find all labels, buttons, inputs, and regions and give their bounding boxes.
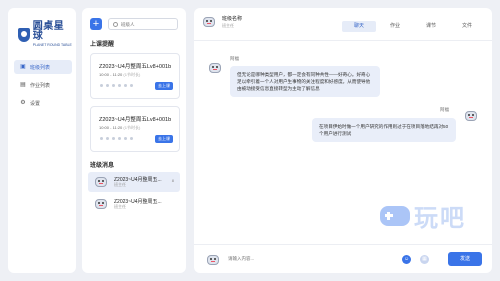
messages-section-title: 班级消息	[90, 163, 115, 169]
nav-item-settings[interactable]: ⚙ 设置	[14, 96, 72, 110]
header-divider	[194, 40, 492, 41]
tab-chat[interactable]: 聊天	[342, 21, 376, 32]
attach-icon[interactable]: ▦	[420, 255, 429, 264]
brand-name: 圆桌星球	[32, 21, 65, 43]
tab-homework[interactable]: 作业	[378, 21, 412, 32]
avatar	[105, 83, 110, 88]
nav-item-label: 作业列表	[30, 82, 51, 89]
avatar	[111, 83, 116, 88]
avatar	[99, 83, 104, 88]
message-sender: 阿福	[230, 56, 239, 61]
avatar	[117, 83, 122, 88]
users-icon: ▣	[20, 64, 26, 70]
class-panel: + 上课提醒 Z2023~U4月整周五Lv8+001b 10:00 - 11:2…	[82, 8, 186, 273]
search-icon	[113, 21, 118, 27]
shield-logo-icon	[18, 28, 30, 42]
watermark: 玩吧	[380, 198, 466, 233]
class-message-item[interactable]: Z2023~U4月整周五... 班主任	[88, 194, 180, 214]
clipboard-icon: ▤	[20, 82, 26, 88]
student-avatars	[99, 136, 134, 141]
robot-avatar-icon	[202, 16, 216, 28]
sender-avatar-icon	[208, 62, 222, 74]
input-divider	[194, 244, 492, 245]
emoji-icon[interactable]: ☺	[402, 255, 411, 264]
robot-avatar-icon	[94, 198, 108, 210]
message-sender: 阿福	[440, 107, 449, 112]
avatar	[105, 136, 110, 141]
brand-logo: 圆桌星球 PLANET ROUND TABLE	[18, 21, 74, 48]
brand-tagline: PLANET ROUND TABLE	[32, 43, 72, 48]
avatar	[123, 136, 128, 141]
self-avatar-icon	[206, 254, 220, 266]
avatar	[123, 83, 128, 88]
nav-item-class-list[interactable]: ▣ 班级列表	[14, 60, 72, 74]
tab-lessons[interactable]: 课节	[414, 21, 448, 32]
chat-tabs: 聊天 作业 课节 文件	[342, 21, 484, 32]
message-input[interactable]	[228, 256, 388, 261]
avatar	[111, 136, 116, 141]
card-time: 10:00 - 11:20 (1节时长)	[99, 72, 141, 77]
card-title: Z2023~U4月整周五Lv8+001b	[99, 64, 172, 70]
chat-panel: 班级名称 班主任 聊天 作业 课节 文件 阿福 但无论是哪种类型用户，都一定会有…	[194, 8, 492, 273]
message-bubble: 但无论是哪种类型用户，都一定会有同种共性——好奇心。好奇心足以牵引着一个人对用户…	[230, 66, 380, 97]
class-message-item[interactable]: Z2023~U4月整周五... 班主任 8	[88, 172, 180, 192]
sidebar-nav: 圆桌星球 PLANET ROUND TABLE ▣ 班级列表 ▤ 作业列表 ⚙ …	[8, 8, 76, 273]
nav-item-label: 设置	[30, 100, 41, 107]
avatar	[99, 136, 104, 141]
tab-files[interactable]: 文件	[450, 21, 484, 32]
avatar	[129, 136, 134, 141]
search-input[interactable]	[121, 21, 171, 27]
nav-item-label: 班级列表	[30, 64, 51, 71]
sender-avatar-icon	[464, 110, 478, 122]
avatar	[117, 136, 122, 141]
gamepad-icon	[380, 205, 410, 226]
watermark-text: 玩吧	[414, 205, 466, 232]
avatar	[129, 83, 134, 88]
card-title: Z2023~U4月整周五Lv8+001b	[99, 117, 172, 123]
search-box	[108, 18, 178, 30]
message-sender-role: 班主任	[114, 203, 126, 209]
reminder-section-title: 上课提醒	[90, 42, 115, 48]
robot-avatar-icon	[94, 176, 108, 188]
go-to-class-button[interactable]: 去上课	[155, 135, 173, 143]
unread-badge: 8	[171, 178, 174, 183]
send-button[interactable]: 发送	[448, 252, 482, 266]
chat-header: 班级名称 班主任	[202, 16, 242, 28]
class-reminder-card[interactable]: Z2023~U4月整周五Lv8+001b 10:00 - 11:20 (1节时长…	[90, 106, 180, 152]
student-avatars	[99, 83, 134, 88]
go-to-class-button[interactable]: 去上课	[155, 82, 173, 90]
message-bubble: 在项目伊始时做一个用户研究的作用则过于在项目落地结再对50个用户进行测试	[312, 118, 456, 142]
chat-class-sub: 班主任	[222, 22, 234, 28]
class-reminder-card[interactable]: Z2023~U4月整周五Lv8+001b 10:00 - 11:20 (1节时长…	[90, 53, 180, 99]
card-time: 10:00 - 11:20 (1节时长)	[99, 125, 141, 130]
gear-icon: ⚙	[20, 100, 26, 106]
message-sender-role: 班主任	[114, 181, 126, 187]
add-button[interactable]: +	[90, 18, 102, 30]
nav-item-homework-list[interactable]: ▤ 作业列表	[14, 78, 72, 92]
